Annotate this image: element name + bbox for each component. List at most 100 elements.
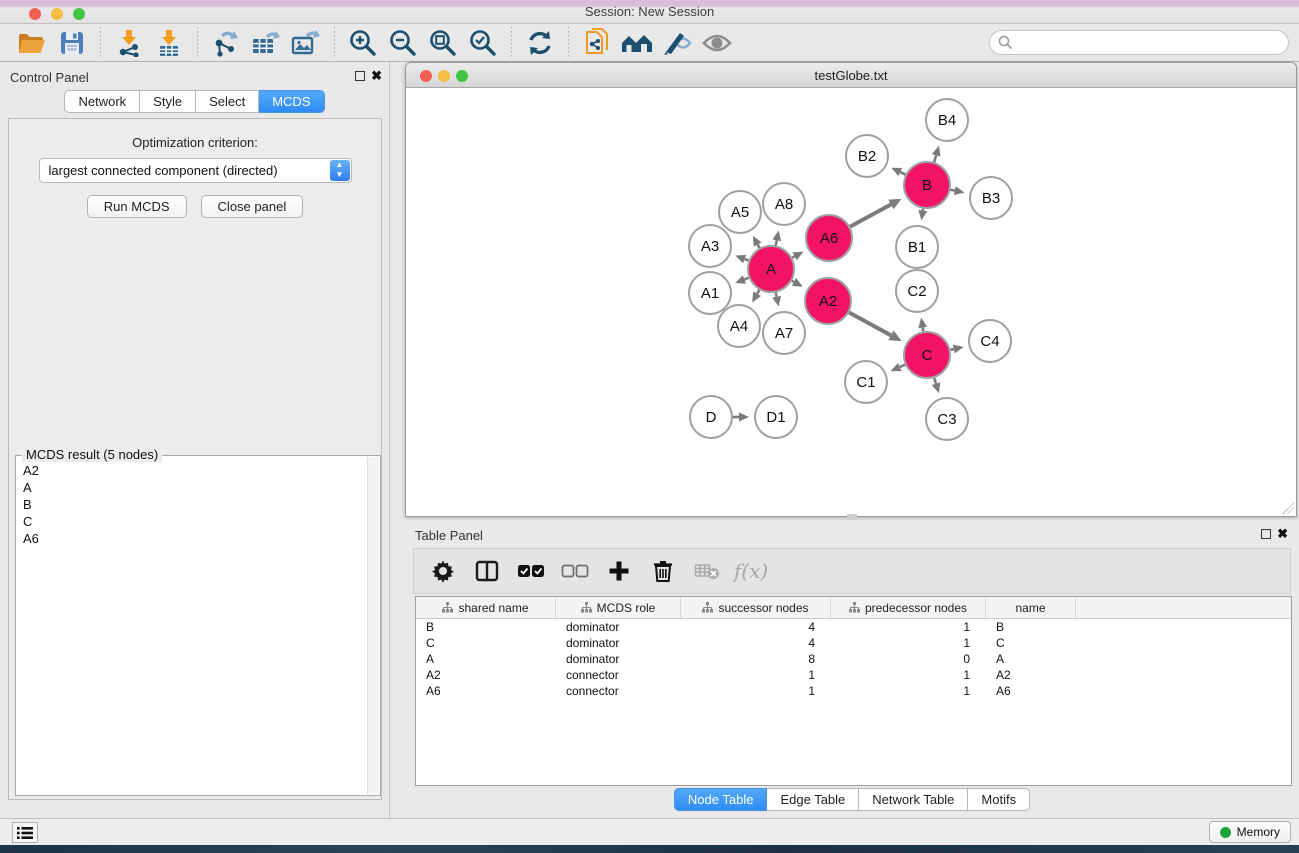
cell-shared_name[interactable]: A6 bbox=[416, 683, 556, 699]
edge-B-B2[interactable] bbox=[900, 172, 905, 174]
table-row[interactable]: A2connector11A2 bbox=[416, 667, 1291, 683]
column-header-MCDS-role[interactable]: MCDS role bbox=[556, 597, 681, 618]
node-table[interactable]: shared nameMCDS rolesuccessor nodesprede… bbox=[415, 596, 1292, 786]
edge-C-C3[interactable] bbox=[934, 378, 936, 384]
network-graph[interactable]: B4B2BB3B1A5A8A6A3AA1C2A2A4A7C4CC1C3DD1 bbox=[406, 88, 1296, 516]
delete-table-icon[interactable] bbox=[692, 556, 722, 586]
cell-successor_nodes[interactable]: 4 bbox=[681, 619, 831, 635]
edge-A6-B[interactable] bbox=[850, 205, 891, 227]
cell-name[interactable]: A2 bbox=[986, 667, 1076, 683]
mcds-result-item[interactable]: A2 bbox=[17, 462, 367, 479]
cell-name[interactable]: A bbox=[986, 651, 1076, 667]
close-panel-icon[interactable]: ✖ bbox=[371, 68, 382, 84]
edge-C-C1[interactable] bbox=[900, 365, 905, 367]
save-session-icon[interactable] bbox=[55, 27, 89, 59]
tab-motifs[interactable]: Motifs bbox=[968, 788, 1030, 811]
tab-style[interactable]: Style bbox=[140, 90, 196, 113]
delete-icon[interactable] bbox=[648, 556, 678, 586]
tab-select[interactable]: Select bbox=[196, 90, 259, 113]
column-header-predecessor-nodes[interactable]: predecessor nodes bbox=[831, 597, 986, 618]
tab-network[interactable]: Network bbox=[64, 90, 140, 113]
zoom-in-icon[interactable] bbox=[346, 27, 380, 59]
cell-mcds_role[interactable]: dominator bbox=[556, 635, 681, 651]
column-header-successor-nodes[interactable]: successor nodes bbox=[681, 597, 831, 618]
open-session-icon[interactable] bbox=[15, 27, 49, 59]
select-all-icon[interactable] bbox=[516, 556, 546, 586]
import-network-icon[interactable] bbox=[112, 27, 146, 59]
run-mcds-button[interactable]: Run MCDS bbox=[87, 195, 187, 218]
export-network-icon[interactable] bbox=[209, 27, 243, 59]
tab-edge-table[interactable]: Edge Table bbox=[767, 788, 859, 811]
cell-successor_nodes[interactable]: 1 bbox=[681, 667, 831, 683]
cell-name[interactable]: C bbox=[986, 635, 1076, 651]
cell-name[interactable]: A6 bbox=[986, 683, 1076, 699]
cell-name[interactable]: B bbox=[986, 619, 1076, 635]
mcds-result-item[interactable]: A bbox=[17, 479, 367, 496]
edge-A-A1[interactable] bbox=[744, 278, 748, 280]
zoom-selected-icon[interactable] bbox=[466, 27, 500, 59]
cell-mcds_role[interactable]: dominator bbox=[556, 651, 681, 667]
cell-shared_name[interactable]: A bbox=[416, 651, 556, 667]
cell-successor_nodes[interactable]: 4 bbox=[681, 635, 831, 651]
edge-A-A8[interactable] bbox=[776, 240, 777, 245]
zoom-out-icon[interactable] bbox=[386, 27, 420, 59]
column-header-name[interactable]: name bbox=[986, 597, 1076, 618]
hide-graphics-icon[interactable] bbox=[700, 27, 734, 59]
import-table-icon[interactable] bbox=[152, 27, 186, 59]
close-panel-button[interactable]: Close panel bbox=[201, 195, 304, 218]
edge-B-B4[interactable] bbox=[934, 155, 936, 162]
mcds-result-item[interactable]: B bbox=[17, 496, 367, 513]
edge-C-C2[interactable] bbox=[923, 328, 924, 332]
cell-shared_name[interactable]: B bbox=[416, 619, 556, 635]
split-view-icon[interactable] bbox=[472, 556, 502, 586]
tab-mcds[interactable]: MCDS bbox=[259, 90, 324, 113]
cell-predecessor_nodes[interactable]: 1 bbox=[831, 635, 986, 651]
cell-shared_name[interactable]: C bbox=[416, 635, 556, 651]
cell-mcds_role[interactable]: dominator bbox=[556, 619, 681, 635]
mcds-result-scrollbar[interactable] bbox=[367, 457, 379, 794]
export-table-icon[interactable] bbox=[249, 27, 283, 59]
edge-A-A5[interactable] bbox=[758, 245, 760, 248]
edge-A-A4[interactable] bbox=[757, 290, 759, 294]
edge-C-C4[interactable] bbox=[950, 349, 953, 350]
edge-A-A7[interactable] bbox=[776, 293, 777, 297]
mcds-result-item[interactable]: C bbox=[17, 513, 367, 530]
close-table-panel-icon[interactable]: ✖ bbox=[1277, 526, 1288, 542]
network-window-titlebar[interactable]: testGlobe.txt bbox=[406, 63, 1296, 88]
cell-successor_nodes[interactable]: 1 bbox=[681, 683, 831, 699]
memory-button[interactable]: Memory bbox=[1209, 821, 1291, 843]
gear-icon[interactable] bbox=[428, 556, 458, 586]
cell-predecessor_nodes[interactable]: 1 bbox=[831, 667, 986, 683]
mcds-result-item[interactable]: A6 bbox=[17, 530, 367, 547]
tab-node-table[interactable]: Node Table bbox=[674, 788, 768, 811]
edge-A2-C[interactable] bbox=[849, 312, 891, 335]
window-resize-handle[interactable] bbox=[1282, 502, 1294, 514]
edge-A-A6[interactable] bbox=[792, 256, 794, 257]
float-table-panel-icon[interactable] bbox=[1261, 529, 1271, 539]
add-column-icon[interactable] bbox=[604, 556, 634, 586]
tab-network-table[interactable]: Network Table bbox=[859, 788, 968, 811]
search-input[interactable] bbox=[989, 30, 1289, 55]
edge-A-A3[interactable] bbox=[745, 259, 749, 260]
cell-mcds_role[interactable]: connector bbox=[556, 683, 681, 699]
edge-B-B3[interactable] bbox=[951, 190, 955, 191]
refresh-icon[interactable] bbox=[523, 27, 557, 59]
network-from-file-icon[interactable] bbox=[580, 27, 614, 59]
cell-predecessor_nodes[interactable]: 1 bbox=[831, 683, 986, 699]
export-image-icon[interactable] bbox=[289, 27, 323, 59]
show-graphics-icon[interactable] bbox=[660, 27, 694, 59]
optimization-criterion-select[interactable]: largest connected component (directed) ▲… bbox=[39, 158, 352, 183]
cell-shared_name[interactable]: A2 bbox=[416, 667, 556, 683]
column-header-shared-name[interactable]: shared name bbox=[416, 597, 556, 618]
deselect-all-icon[interactable] bbox=[560, 556, 590, 586]
table-row[interactable]: Adominator80A bbox=[416, 651, 1291, 667]
function-builder-icon[interactable]: f(x) bbox=[736, 556, 766, 586]
cell-mcds_role[interactable]: connector bbox=[556, 667, 681, 683]
cell-predecessor_nodes[interactable]: 0 bbox=[831, 651, 986, 667]
first-neighbors-icon[interactable] bbox=[620, 27, 654, 59]
table-row[interactable]: Cdominator41C bbox=[416, 635, 1291, 651]
float-panel-icon[interactable] bbox=[355, 71, 365, 81]
edge-A-A2[interactable] bbox=[792, 281, 794, 282]
table-row[interactable]: A6connector11A6 bbox=[416, 683, 1291, 699]
zoom-fit-icon[interactable] bbox=[426, 27, 460, 59]
